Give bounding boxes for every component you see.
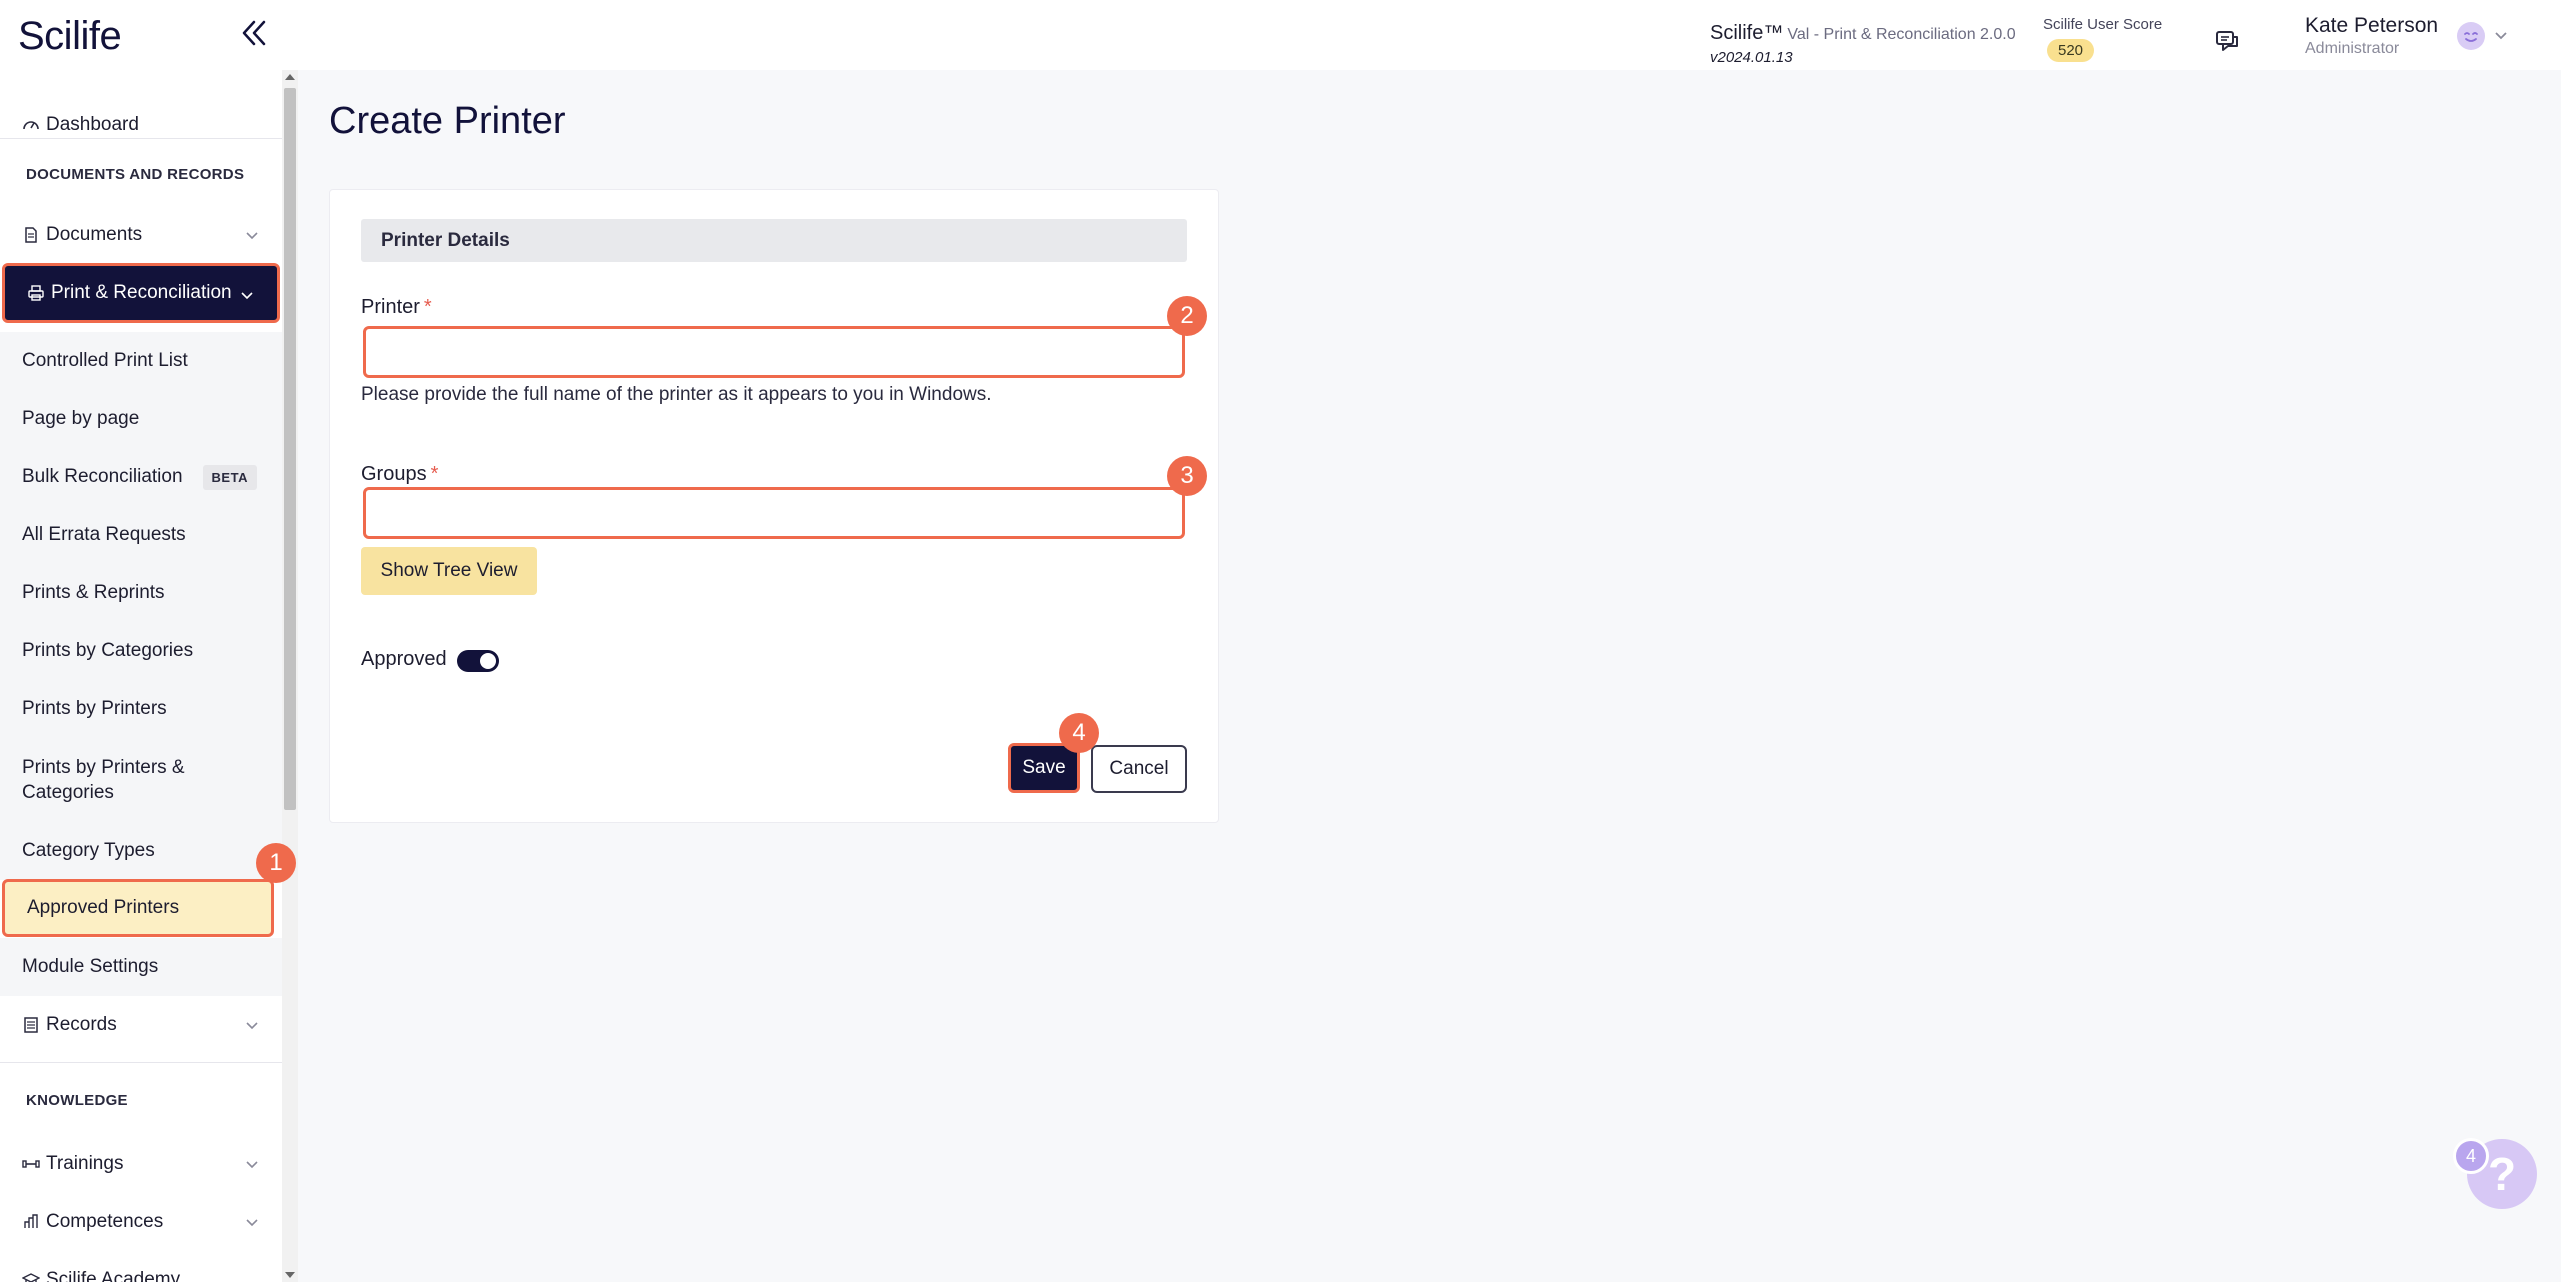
sidebar-item-records[interactable]: Records [0,996,282,1054]
sidebar-item-label: Page by page [22,408,140,429]
sidebar-item-label: Scilife Academy [46,1269,181,1282]
collapse-sidebar-icon[interactable] [238,16,270,50]
score-badge: 520 [2047,39,2095,62]
sidebar-item-label: Approved Printers [27,897,180,918]
approved-toggle[interactable] [457,650,499,672]
required-mark: * [423,296,432,318]
chevron-down-icon [241,292,253,300]
user-name: Kate Peterson [2305,14,2439,37]
scrollbar-thumb[interactable] [284,88,296,810]
sidebar-item-label: Controlled Print List [22,350,188,371]
step-marker-4: 4 [1059,713,1099,753]
section-title: Printer Details [361,219,1187,262]
sidebar-item-prints-by-printers[interactable]: Prints by Printers [0,680,282,738]
sidebar-item-prints-by-categories[interactable]: Prints by Categories [0,622,282,680]
app-version: v2024.01.13 [1710,49,1793,66]
sidebar-item-prints-by-printers-categories[interactable]: Prints by Printers & Categories [0,738,282,822]
user-role: Administrator [2305,40,2400,57]
scroll-up-arrow-icon[interactable] [285,74,295,80]
dumbbell-icon [22,1160,40,1168]
step-marker-1: 1 [256,843,296,883]
sidebar-item-label: Module Settings [22,956,159,977]
sidebar-item-label: Prints by Printers [22,698,167,719]
printer-help-text: Please provide the full name of the prin… [361,384,992,405]
avatar[interactable] [2457,22,2485,50]
groups-label-text: Groups [361,463,427,485]
sidebar: Dashboard DOCUMENTS AND RECORDS Document… [0,70,282,1282]
printer-input[interactable] [363,326,1185,378]
sidebar-item-controlled-print-list[interactable]: Controlled Print List [0,332,282,390]
sidebar-item-label: Documents [46,224,143,245]
sidebar-item-prints-reprints[interactable]: Prints & Reprints [0,564,282,622]
scilife-logo[interactable]: Scilife [18,14,122,59]
top-header: Scilife Scilife™ Val - Print & Reconcilia… [0,0,2561,70]
toggle-knob [480,653,496,669]
sidebar-item-module-settings[interactable]: Module Settings [0,938,282,996]
sidebar-item-page-by-page[interactable]: Page by page [0,390,282,448]
divider [0,138,282,139]
records-icon [24,1017,38,1033]
document-icon [25,227,37,243]
sidebar-item-bulk-reconciliation[interactable]: Bulk Reconciliation BETA [0,448,282,506]
competences-icon [24,1214,38,1228]
step-marker-3: 3 [1167,456,1207,496]
sidebar-item-competences[interactable]: Competences [0,1193,282,1251]
sidebar-item-category-types[interactable]: Category Types [0,822,282,880]
sidebar-scrollbar[interactable] [282,70,298,1282]
user-score: Scilife User Score 520 [2043,16,2162,62]
score-label: Scilife User Score [2043,16,2163,33]
sidebar-item-label: Prints by Categories [22,640,194,661]
sidebar-item-approved-printers[interactable]: Approved Printers [2,879,274,937]
module-name: Val - Print & Reconciliation 2.0.0 [1787,26,2016,43]
show-tree-view-button[interactable]: Show Tree View [361,547,537,595]
chevron-down-icon [246,1219,258,1227]
printer-label: Printer * [361,296,432,319]
help-notification-badge: 4 [2453,1138,2489,1174]
printer-label-text: Printer [361,296,420,318]
cancel-button[interactable]: Cancel [1091,745,1187,793]
step-marker-2: 2 [1167,296,1207,336]
sidebar-item-label: Competences [46,1211,164,1232]
sidebar-item-label: Print & Reconciliation [51,282,232,303]
groups-input[interactable] [363,487,1185,539]
approved-label: Approved [361,648,447,670]
scroll-down-arrow-icon[interactable] [285,1272,295,1278]
divider [0,1062,282,1063]
sidebar-item-scilife-academy[interactable]: Scilife Academy [0,1251,282,1282]
app-name: Scilife™ [1710,22,1784,44]
chevron-down-icon [246,1161,258,1169]
section-heading-knowledge: KNOWLEDGE [26,1092,128,1109]
page-title: Create Printer [329,100,566,142]
sidebar-item-label: Records [46,1014,117,1035]
sidebar-item-label: All Errata Requests [22,524,186,545]
printer-icon [28,285,44,301]
question-icon: ? [2487,1148,2517,1200]
sidebar-item-dashboard[interactable]: Dashboard [0,96,282,154]
chat-icon[interactable] [2214,28,2242,56]
required-mark: * [430,463,439,485]
chevron-down-icon [246,232,258,240]
user-menu[interactable]: Kate Peterson Administrator [2305,14,2438,58]
app-version-info: Scilife™ Val - Print & Reconciliation 2.0… [1710,22,2016,66]
beta-badge: BETA [202,464,257,490]
sidebar-item-label: Bulk Reconciliation [22,466,183,487]
sidebar-item-all-errata-requests[interactable]: All Errata Requests [0,506,282,564]
sidebar-item-label: Category Types [22,840,155,861]
sidebar-item-trainings[interactable]: Trainings [0,1135,282,1193]
graduation-cap-icon [22,1273,40,1282]
sidebar-item-label: Trainings [46,1153,124,1174]
groups-label: Groups * [361,463,438,486]
dashboard-icon [23,121,39,130]
sidebar-item-label: Prints & Reprints [22,582,165,603]
section-heading-documents: DOCUMENTS AND RECORDS [26,166,245,183]
chevron-down-icon [246,1022,258,1030]
sidebar-item-label: Dashboard [46,114,139,135]
sidebar-item-documents[interactable]: Documents [0,206,282,264]
sidebar-item-label: Prints by Printers & Categories [22,757,185,803]
chevron-down-icon[interactable] [2494,28,2508,40]
sidebar-item-print-reconciliation[interactable]: Print & Reconciliation [2,263,280,323]
